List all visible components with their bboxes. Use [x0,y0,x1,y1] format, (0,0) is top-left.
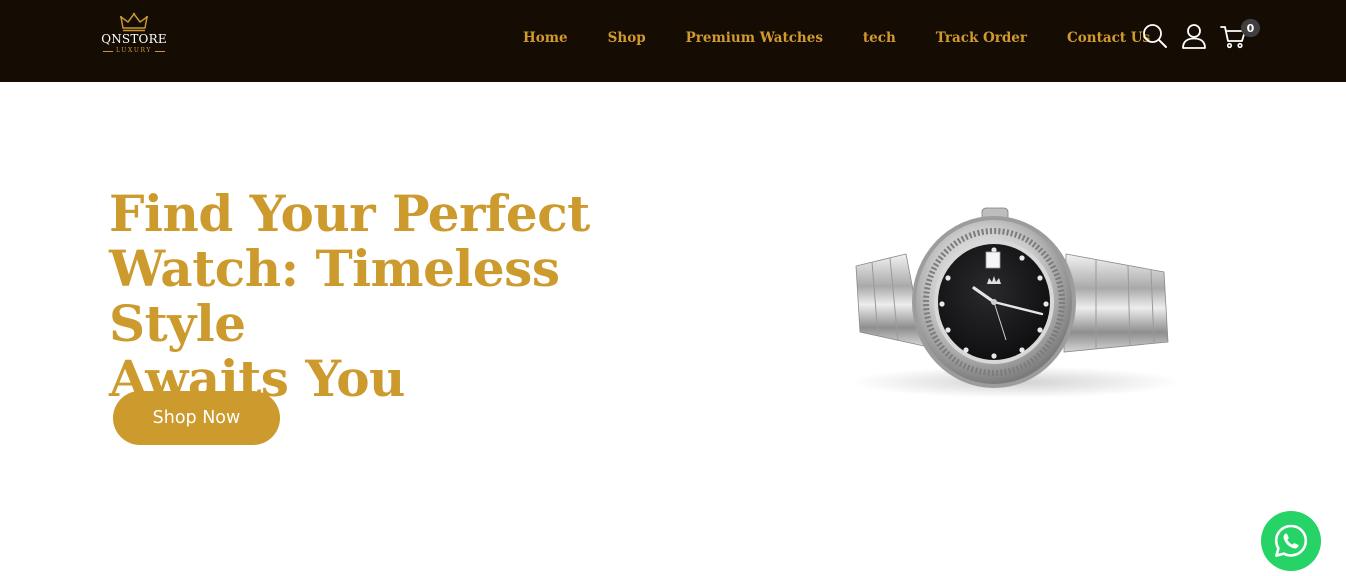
hero-title-line-2: Watch: Timeless Style [109,239,560,353]
logo-brand-text: QNSTORE [101,32,167,46]
crown-icon [119,12,149,32]
shop-now-button[interactable]: Shop Now [113,391,280,445]
user-icon[interactable] [1180,22,1208,50]
cart-count-badge: 0 [1241,19,1260,37]
site-logo[interactable]: QNSTORE LUXURY [96,12,172,58]
nav-shop[interactable]: Shop [608,30,646,46]
whatsapp-icon [1274,524,1308,557]
nav-contact-us[interactable]: Contact Us [1067,30,1150,46]
hero-title-line-1: Find Your Perfect [109,184,590,243]
hero-watch-image [851,207,1181,398]
nav-premium-watches[interactable]: Premium Watches [686,30,823,46]
logo-tagline: LUXURY [103,47,165,55]
nav-track-order[interactable]: Track Order [936,30,1027,46]
hero-title: Find Your Perfect Watch: Timeless Style … [109,186,709,406]
logo-tagline-text: LUXURY [116,47,152,54]
main-nav: Home Shop Premium Watches tech Track Ord… [523,28,1150,48]
nav-tech[interactable]: tech [863,30,896,46]
nav-home[interactable]: Home [523,30,568,46]
whatsapp-chat-button[interactable] [1261,511,1321,571]
site-header: QNSTORE LUXURY Home Shop Premium Watches… [0,0,1346,82]
search-icon[interactable] [1141,22,1169,50]
